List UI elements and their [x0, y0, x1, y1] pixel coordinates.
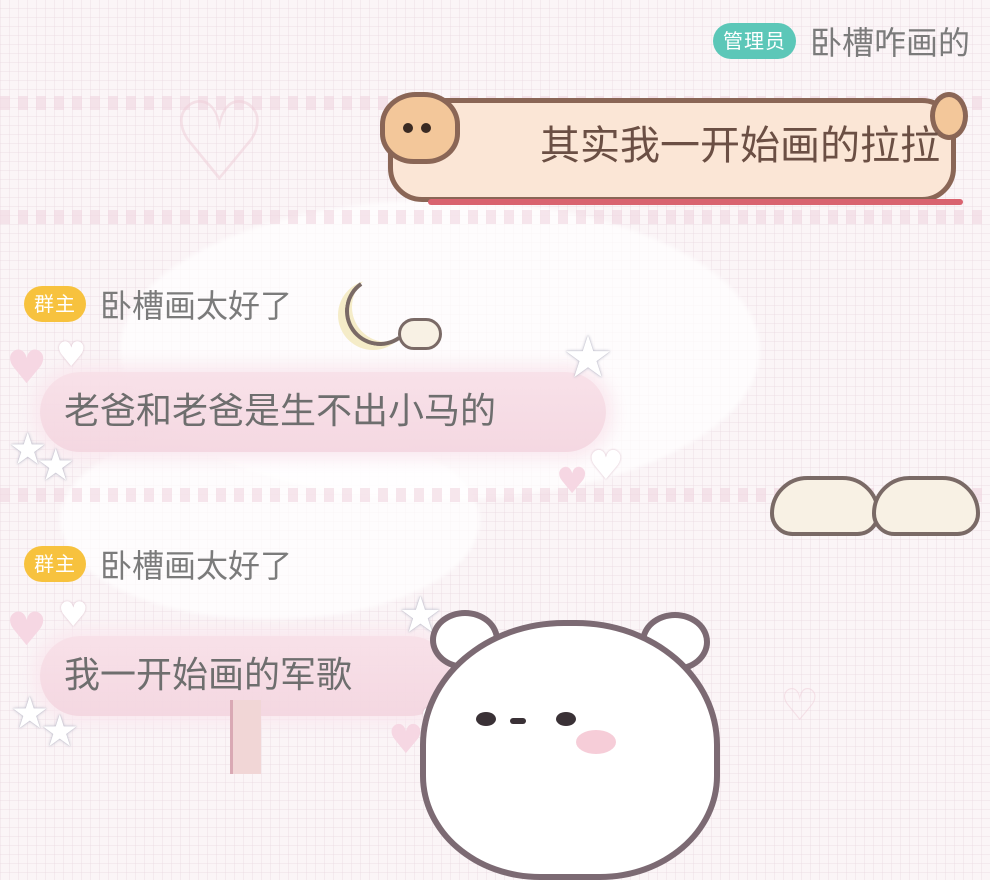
message-header-owner: 群主 卧槽画太好了	[24, 282, 292, 326]
bear-nose	[510, 718, 526, 724]
admin-badge: 管理员	[712, 23, 796, 59]
message-text: 老爸和老爸是生不出小马的	[64, 391, 497, 432]
heart-icon: ♥	[58, 595, 89, 635]
heart-icon: ♥	[6, 340, 48, 394]
cloud-icon	[398, 318, 442, 350]
sender-name[interactable]: 卧槽画太好了	[100, 541, 292, 587]
bear-eye	[556, 712, 576, 726]
background-heart-icon: ♡	[170, 78, 269, 206]
cat-eye	[403, 123, 413, 133]
message-bubble-left[interactable]: 老爸和老爸是生不出小马的	[40, 372, 606, 452]
sender-name[interactable]: 卧槽画太好了	[100, 281, 292, 327]
heart-icon: ♥	[56, 335, 87, 375]
bear-sticker	[420, 620, 720, 880]
cloud-icon	[872, 476, 980, 536]
message-header-owner: 群主 卧槽画太好了	[24, 542, 292, 586]
star-icon: ★	[36, 440, 76, 491]
cat-eye	[421, 123, 431, 133]
background-band	[0, 210, 990, 224]
heart-icon: ♥	[588, 443, 624, 489]
bubble-ribbon	[428, 199, 963, 205]
bear-blush	[576, 730, 616, 754]
cloud-icon	[770, 476, 880, 536]
pole-decoration	[230, 700, 261, 774]
heart-icon: ♥	[6, 602, 48, 656]
star-icon: ★	[40, 706, 80, 757]
background-heart-icon: ♡	[780, 680, 820, 731]
message-bubble-right[interactable]: 其实我一开始画的拉拉	[380, 92, 968, 207]
heart-icon: ♥	[556, 461, 589, 502]
sender-name[interactable]: 卧槽咋画的	[810, 18, 970, 64]
owner-badge: 群主	[24, 286, 86, 322]
message-header-admin: 管理员 卧槽咋画的	[712, 18, 970, 64]
star-icon: ★	[562, 323, 614, 391]
bear-eye	[476, 712, 496, 726]
heart-icon: ♥	[388, 717, 424, 763]
message-text: 我一开始画的军歌	[64, 655, 353, 696]
owner-badge: 群主	[24, 546, 86, 582]
message-text: 其实我一开始画的拉拉	[540, 123, 940, 169]
